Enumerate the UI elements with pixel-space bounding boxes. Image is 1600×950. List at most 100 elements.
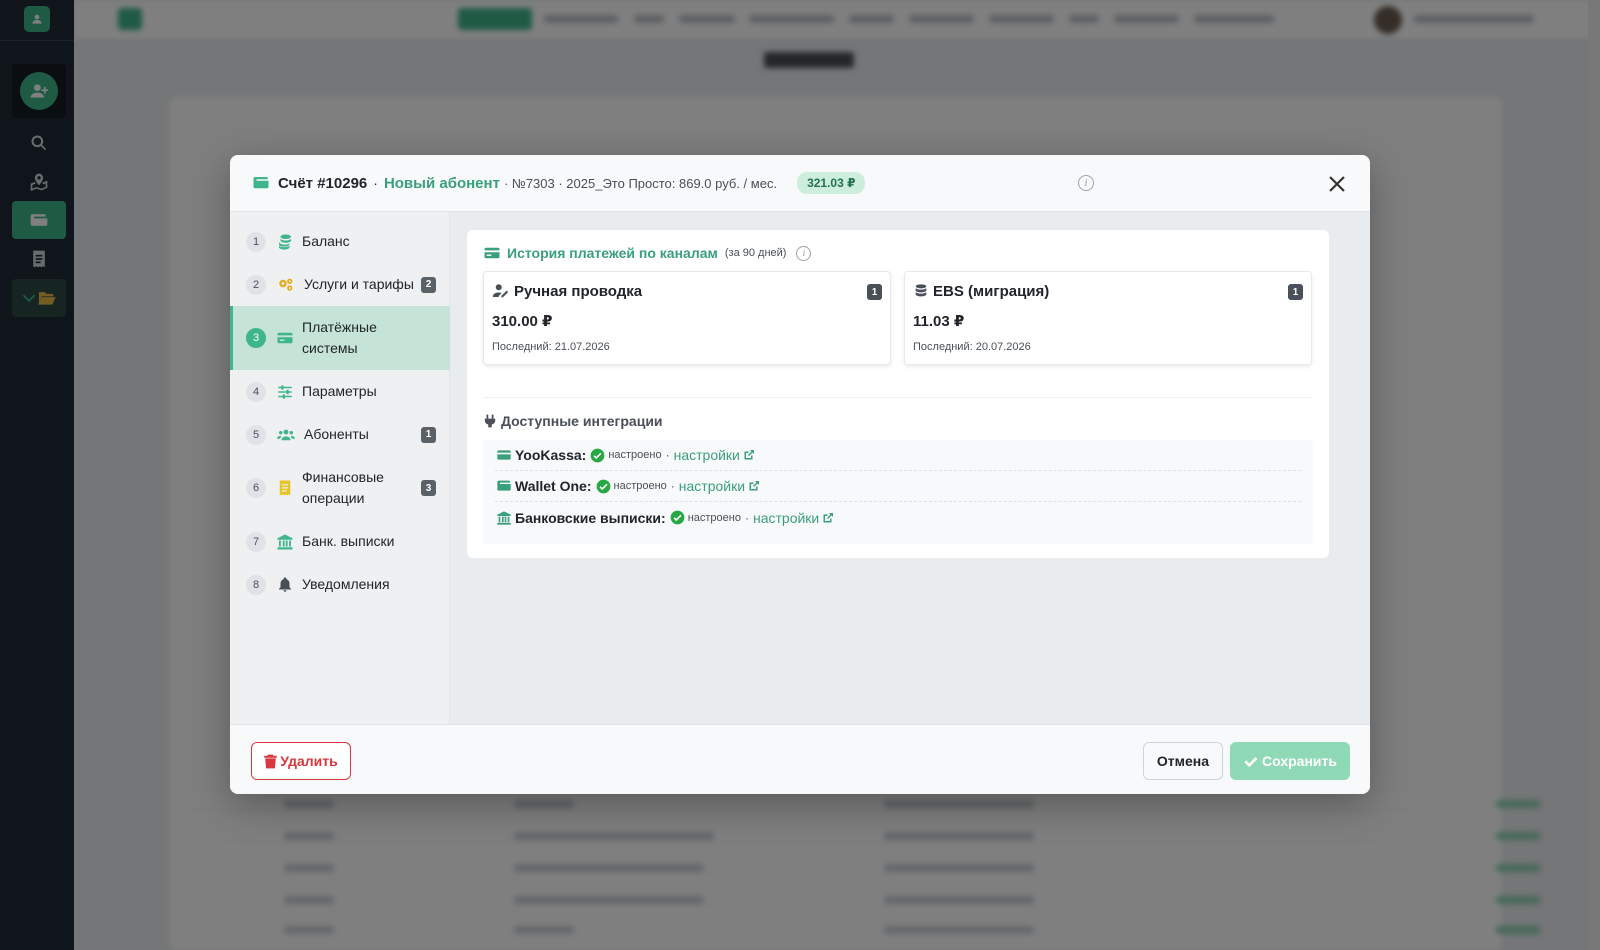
integration-status: настроено (687, 511, 741, 524)
integrations-header: Доступные интеграции (483, 413, 663, 429)
integration-settings-link[interactable]: настройки (753, 510, 819, 526)
step-count-badge: 1 (421, 426, 436, 443)
step-number: 6 (246, 478, 266, 498)
coins-icon (276, 233, 294, 251)
external-link-icon[interactable] (743, 449, 755, 461)
step-label: Услуги и тарифы (304, 276, 414, 292)
receipt-icon (276, 479, 294, 497)
step-notifications[interactable]: 8 Уведомления (230, 563, 450, 606)
integration-separator: · (665, 448, 670, 462)
save-label: Сохранить (1262, 753, 1337, 769)
check-circle-icon (670, 510, 685, 525)
channel-header: EBS (миграция) (913, 282, 1049, 300)
channel-count-badge: 1 (1288, 284, 1303, 300)
user-edit-icon (492, 284, 509, 298)
step-count-badge: 2 (421, 276, 436, 293)
bell-icon (276, 576, 294, 594)
step-subscribers[interactable]: 5 Абоненты 1 (230, 413, 450, 456)
info-icon[interactable]: i (796, 245, 812, 261)
close-button[interactable] (1322, 169, 1352, 199)
integration-status: настроено (613, 480, 667, 492)
step-label: Параметры (302, 383, 377, 399)
step-number: 1 (246, 231, 266, 252)
header-separator: · (373, 175, 378, 191)
integration-status: настроено (608, 449, 662, 461)
step-label: Платёжные системы (302, 319, 377, 356)
wallet-icon (497, 480, 511, 491)
steps-sidebar: 1 Баланс 2 Услуги и тарифы 2 3 Платёжные… (230, 212, 450, 724)
delete-label: Удалить (280, 753, 338, 769)
account-modal: Счёт #10296 · Новый абонент · №7303 · 20… (230, 155, 1370, 794)
integration-separator: · (670, 479, 675, 493)
history-header: История платежей по каналам (за 90 дней)… (483, 244, 812, 262)
integration-name: Wallet One: (515, 478, 592, 494)
close-icon (1329, 176, 1345, 192)
step-label: Баланс (302, 233, 350, 249)
integration-row-bank-statements: Банковские выписки: настроено · настройк… (495, 502, 1301, 533)
check-icon (1244, 756, 1258, 767)
channel-header: Ручная проводка (492, 282, 642, 300)
step-number: 7 (246, 531, 266, 552)
channel-amount: 11.03 ₽ (913, 313, 965, 330)
step-parameters[interactable]: 4 Параметры (230, 370, 450, 413)
sliders-icon (276, 383, 294, 401)
integration-name: Банковские выписки: (515, 509, 666, 526)
step-number: 8 (246, 574, 266, 595)
cancel-button[interactable]: Отмена (1143, 742, 1223, 780)
step-number: 4 (246, 381, 266, 402)
integration-name: YooKassa: (515, 447, 587, 463)
credit-card-icon (497, 450, 511, 460)
step-financial-operations[interactable]: 6 Финансовые операции 3 (230, 456, 450, 520)
integration-row-yookassa: YooKassa: настроено · настройки (495, 440, 1301, 471)
history-title: История платежей по каналам (507, 245, 718, 261)
integration-row-wallet-one: Wallet One: настроено · настройки (495, 471, 1301, 502)
step-label: Уведомления (302, 576, 390, 592)
external-link-icon[interactable] (748, 480, 760, 492)
channel-name: EBS (миграция) (933, 282, 1050, 300)
integration-separator: · (744, 510, 749, 525)
integrations-list: YooKassa: настроено · настройки Wallet O… (483, 440, 1313, 544)
channel-card-ebs: EBS (миграция) 1 11.03 ₽ Последний: 20.0… (904, 271, 1312, 365)
bank-icon (497, 510, 511, 525)
section-divider (483, 397, 1313, 398)
bank-icon (276, 533, 294, 551)
cancel-label: Отмена (1156, 753, 1210, 769)
step-number: 5 (246, 424, 266, 445)
step-label: Банк. выписки (302, 533, 395, 549)
step-payment-systems[interactable]: 3 Платёжные системы (230, 306, 450, 370)
subscriber-name[interactable]: Новый абонент (384, 175, 500, 192)
account-meta: · №7303 · 2025_Это Просто: 869.0 руб. / … (503, 175, 778, 191)
channel-amount: 310.00 ₽ (492, 313, 553, 330)
modal-title: Счёт #10296 (278, 174, 368, 192)
integration-settings-link[interactable]: настройки (679, 478, 745, 494)
save-button[interactable]: Сохранить (1230, 742, 1350, 780)
check-circle-icon (596, 479, 610, 493)
channel-name: Ручная проводка (514, 282, 643, 300)
database-icon (915, 284, 927, 297)
step-services[interactable]: 2 Услуги и тарифы 2 (230, 263, 450, 306)
credit-card-icon (276, 329, 294, 347)
payment-systems-panel: История платежей по каналам (за 90 дней)… (467, 230, 1329, 558)
users-icon (276, 426, 296, 444)
channel-count-badge: 1 (867, 284, 882, 300)
integrations-title: Доступные интеграции (501, 413, 663, 429)
balance-badge: 321.03 ₽ (797, 172, 866, 194)
modal-footer: Удалить Отмена Сохранить (230, 724, 1370, 794)
wallet-icon (253, 177, 269, 189)
trash-icon (264, 754, 278, 768)
external-link-icon[interactable] (822, 512, 834, 524)
history-period: (за 90 дней) (724, 247, 787, 259)
step-number: 2 (246, 274, 266, 295)
step-balance[interactable]: 1 Баланс (230, 220, 450, 263)
channel-last-date: Последний: 20.07.2026 (913, 341, 1031, 353)
delete-button[interactable]: Удалить (251, 742, 351, 780)
plug-icon (484, 414, 496, 428)
check-circle-icon (590, 448, 605, 462)
cogs-icon (276, 276, 296, 294)
channel-last-date: Последний: 21.07.2026 (492, 341, 610, 353)
step-bank-statements[interactable]: 7 Банк. выписки (230, 520, 450, 563)
step-count-badge: 3 (421, 480, 436, 496)
info-icon[interactable]: i (1078, 175, 1094, 191)
integration-settings-link[interactable]: настройки (674, 447, 740, 463)
credit-card-icon (484, 247, 500, 259)
